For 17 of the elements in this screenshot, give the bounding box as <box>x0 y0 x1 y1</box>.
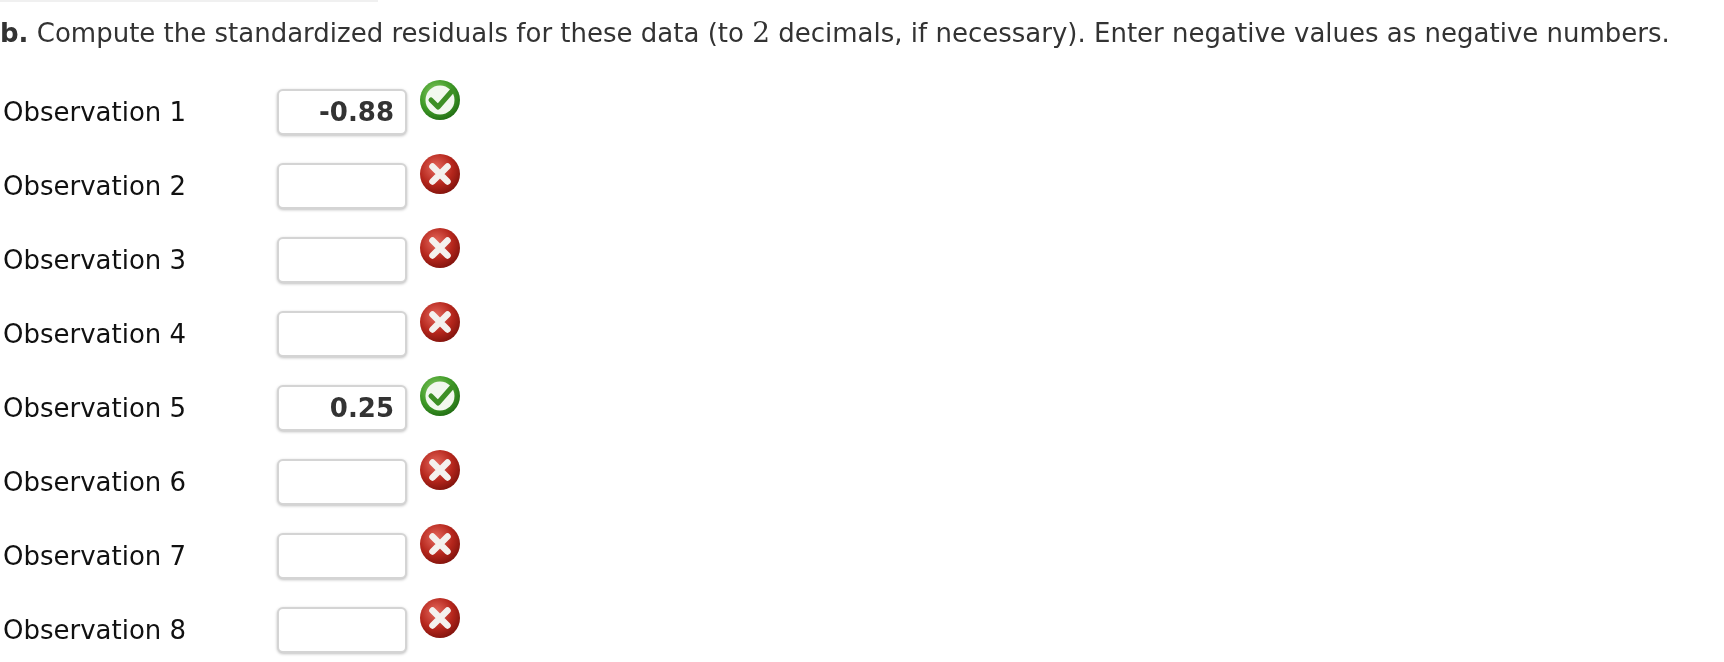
row-label: Observation 2 <box>3 170 188 202</box>
row-label: Observation 1 <box>3 96 188 128</box>
answer-field[interactable] <box>277 311 407 357</box>
row-label: Observation 6 <box>3 466 188 498</box>
instruction-text: b. Compute the standardized residuals for these data (to 2 decimals, if necessary). Enter negative values as negative numbers. <box>0 17 1670 49</box>
answer-field[interactable] <box>277 607 407 653</box>
row-label: Observation 7 <box>3 540 188 572</box>
answer-field[interactable] <box>277 533 407 579</box>
answer-field[interactable] <box>277 237 407 283</box>
answer-field[interactable] <box>277 163 407 209</box>
answer-field[interactable]: -0.88 <box>277 89 407 135</box>
answer-field[interactable]: 0.25 <box>277 385 407 431</box>
row-label: Observation 8 <box>3 614 188 646</box>
row-label: Observation 4 <box>3 318 188 350</box>
answer-field[interactable] <box>277 459 407 505</box>
row-label: Observation 5 <box>3 392 188 424</box>
row-label: Observation 3 <box>3 244 188 276</box>
